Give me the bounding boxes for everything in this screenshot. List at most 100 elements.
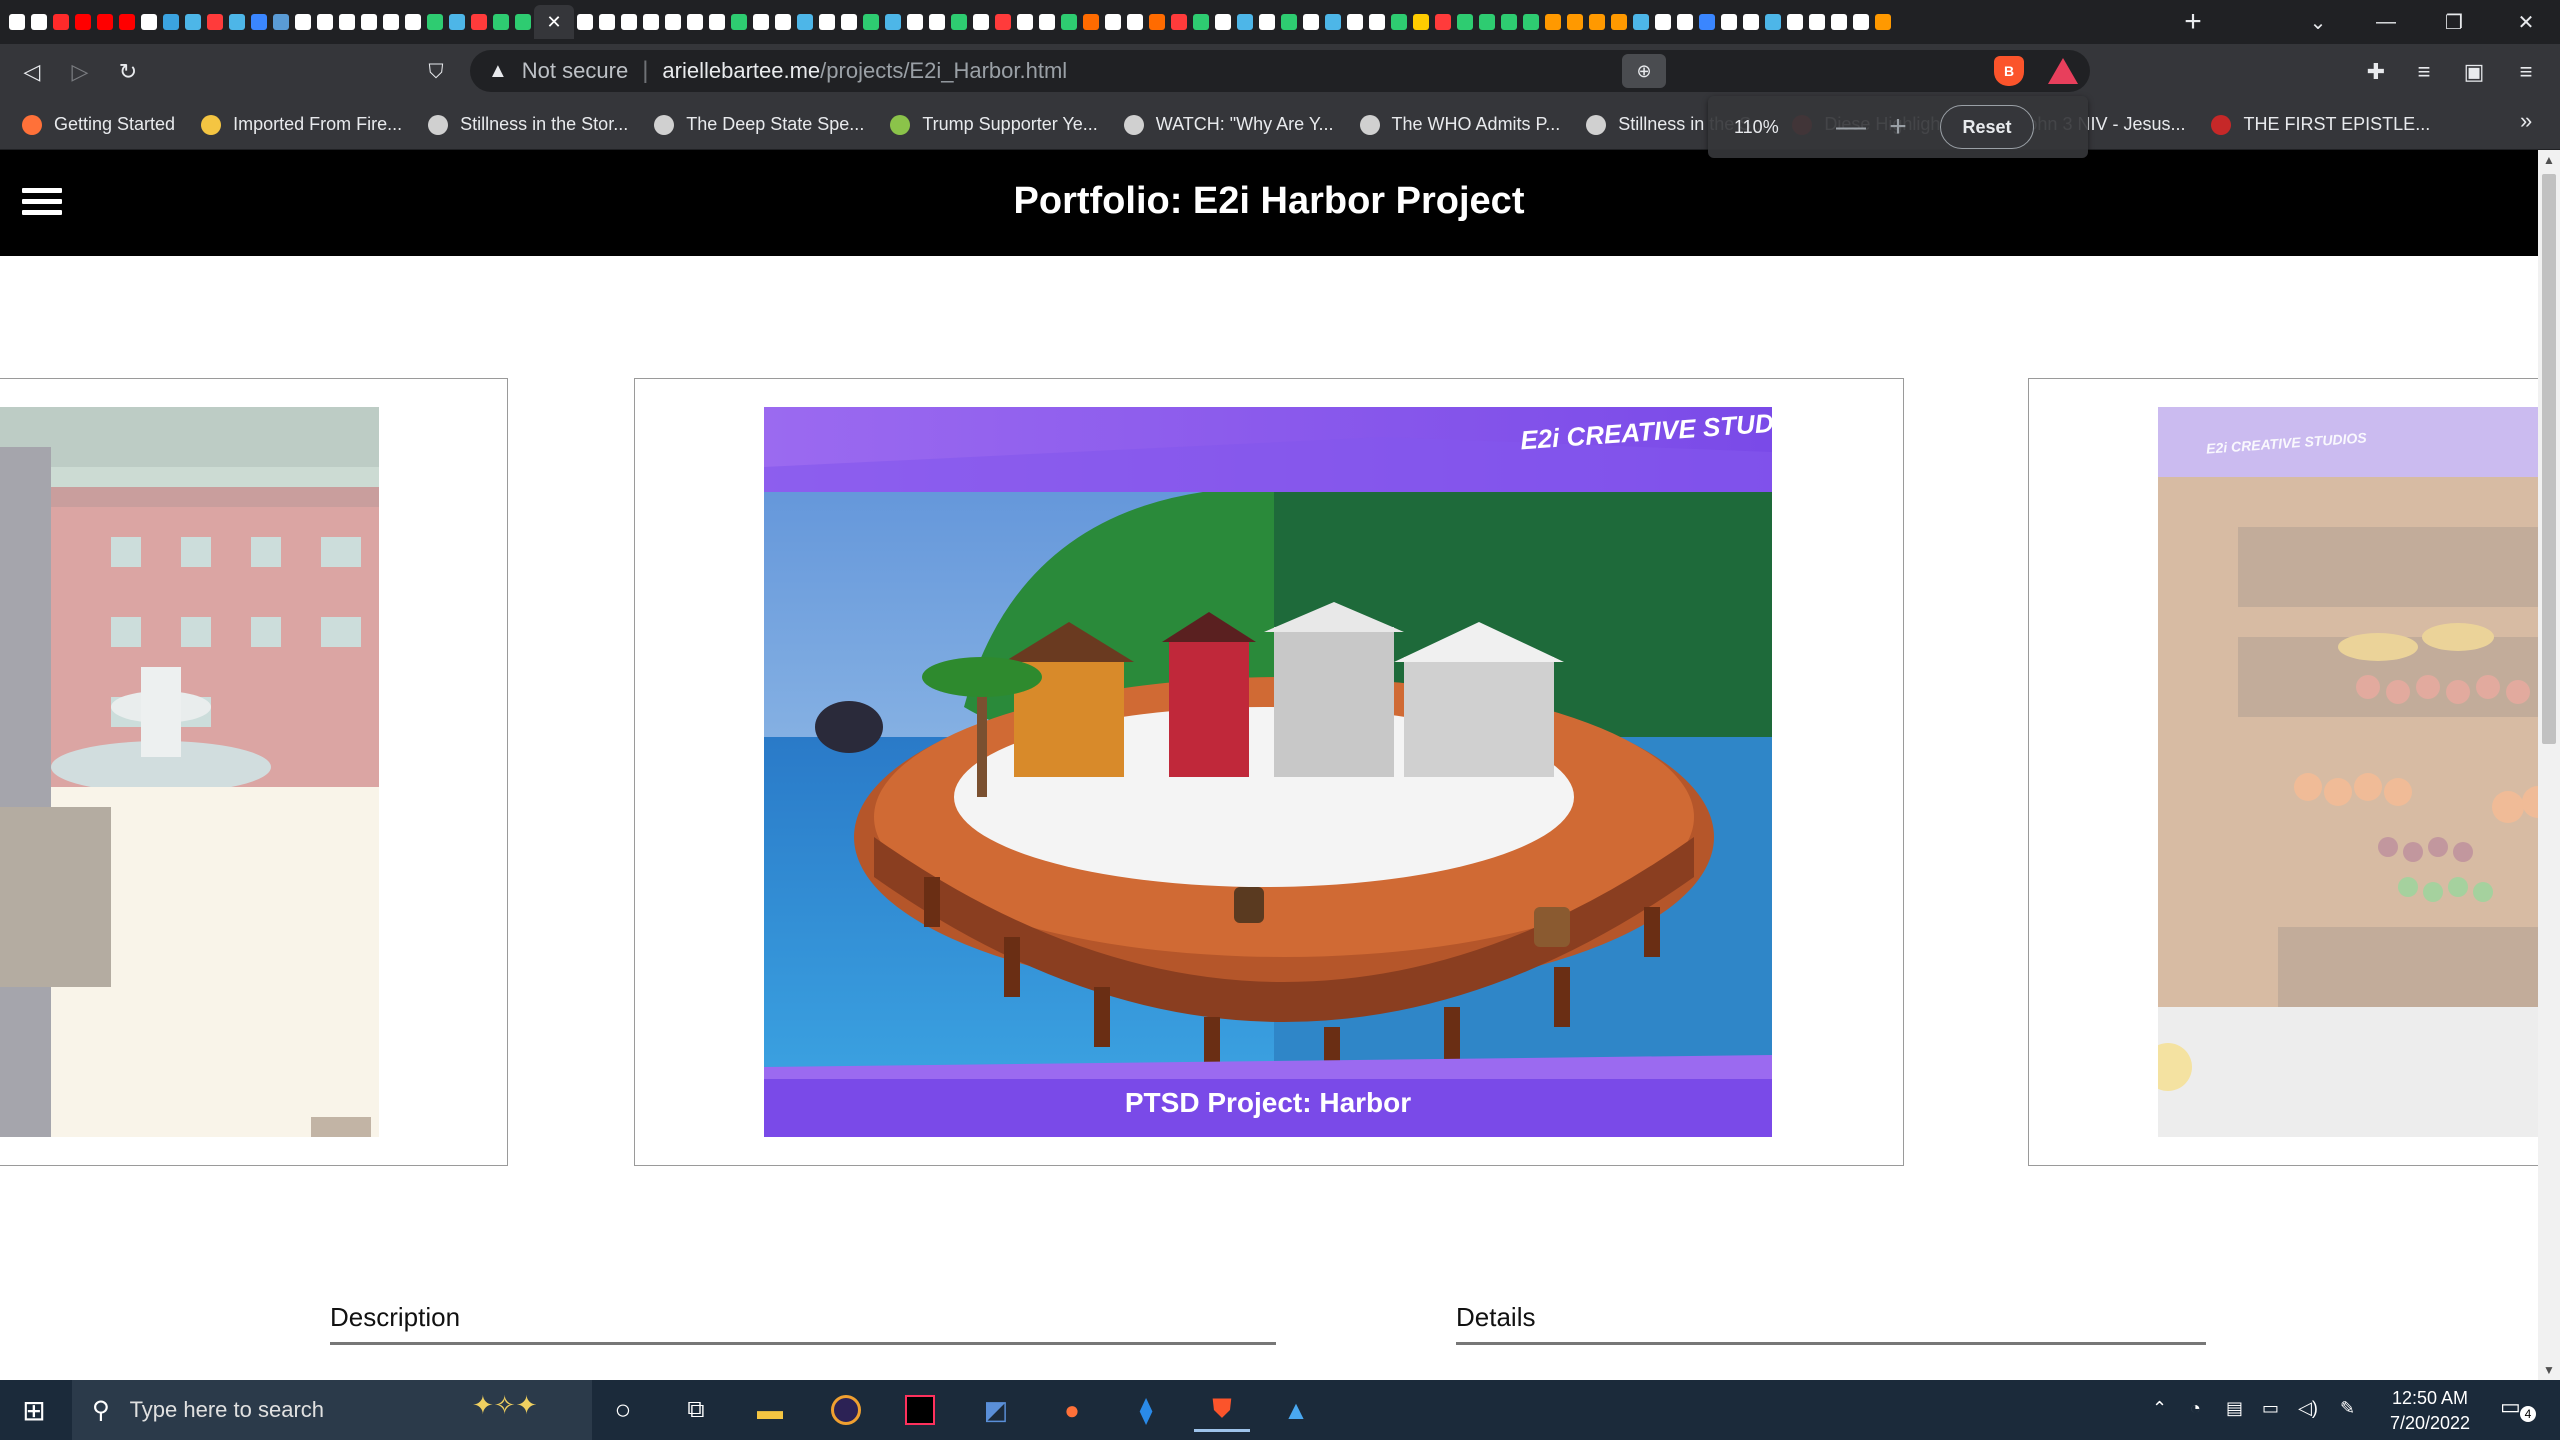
show-hidden-icons-icon[interactable]: ⌃ — [2152, 1398, 2167, 1419]
browser-tab[interactable] — [1256, 5, 1278, 39]
browser-tab[interactable] — [1168, 5, 1190, 39]
browser-tab[interactable] — [72, 5, 94, 39]
browser-tab[interactable] — [992, 5, 1014, 39]
browser-tab[interactable] — [1806, 5, 1828, 39]
browser-tab[interactable] — [358, 5, 380, 39]
browser-tab[interactable] — [706, 5, 728, 39]
eclipse-icon[interactable] — [818, 1388, 874, 1432]
browser-tab[interactable] — [468, 5, 490, 39]
browser-tab[interactable] — [226, 5, 248, 39]
browser-tab[interactable] — [1718, 5, 1740, 39]
browser-tab[interactable] — [1740, 5, 1762, 39]
browser-tab[interactable] — [490, 5, 512, 39]
browser-tab[interactable] — [640, 5, 662, 39]
vscode-icon[interactable]: ⧫ — [1118, 1388, 1174, 1432]
carousel-slide-current[interactable]: E2i CREATIVE STUDIOS PTSD Project: Harbo… — [634, 378, 1904, 1166]
browser-tab[interactable] — [270, 5, 292, 39]
browser-tab[interactable] — [1146, 5, 1168, 39]
active-tab-close-icon[interactable]: ✕ — [534, 5, 574, 39]
clock-time[interactable]: 12:50 AM — [2370, 1388, 2490, 1409]
new-tab-button[interactable]: + — [2178, 5, 2208, 39]
url-path[interactable]: /projects/E2i_Harbor.html — [820, 58, 1067, 84]
browser-tab[interactable] — [1432, 5, 1454, 39]
not-secure-label[interactable]: Not secure — [522, 58, 628, 84]
browser-tab[interactable] — [1322, 5, 1344, 39]
browser-tab[interactable] — [1476, 5, 1498, 39]
browser-tab[interactable] — [1542, 5, 1564, 39]
browser-tab[interactable] — [860, 5, 882, 39]
search-placeholder[interactable]: Type here to search — [130, 1397, 324, 1423]
browser-tab[interactable] — [1410, 5, 1432, 39]
browser-tab[interactable] — [424, 5, 446, 39]
browser-tab[interactable] — [248, 5, 270, 39]
browser-tab[interactable] — [1234, 5, 1256, 39]
browser-tab[interactable] — [1124, 5, 1146, 39]
restore-button[interactable]: ❐ — [2420, 0, 2488, 44]
browser-tab[interactable] — [1630, 5, 1652, 39]
browser-tab[interactable] — [1828, 5, 1850, 39]
browser-tab[interactable] — [750, 5, 772, 39]
browser-tab[interactable] — [772, 5, 794, 39]
browser-tab[interactable] — [1278, 5, 1300, 39]
firefox-icon[interactable]: ● — [1044, 1388, 1100, 1432]
scroll-down-arrow-icon[interactable]: ▼ — [2538, 1360, 2560, 1380]
bookmark-item[interactable]: The Deep State Spe... — [654, 114, 864, 135]
browser-tab[interactable] — [596, 5, 618, 39]
playlist-icon[interactable]: ≡ — [2408, 56, 2440, 88]
browser-tab[interactable] — [1300, 5, 1322, 39]
browser-tab[interactable] — [1564, 5, 1586, 39]
browser-tab[interactable] — [94, 5, 116, 39]
device-icon[interactable]: ▤ — [2226, 1398, 2243, 1419]
browser-tab[interactable] — [970, 5, 992, 39]
volume-icon[interactable]: ◁) — [2298, 1398, 2318, 1419]
browser-tab[interactable] — [1036, 5, 1058, 39]
scroll-up-arrow-icon[interactable]: ▲ — [2538, 150, 2560, 170]
bookmark-item[interactable]: WATCH: "Why Are Y... — [1123, 114, 1334, 135]
browser-tab[interactable] — [6, 5, 28, 39]
browser-tab[interactable] — [794, 5, 816, 39]
bookmark-item[interactable]: THE FIRST EPISTLE... — [2211, 114, 2430, 135]
browser-tab[interactable] — [1190, 5, 1212, 39]
browser-tab[interactable] — [1344, 5, 1366, 39]
bookmark-item[interactable]: Stillness in the Stor... — [428, 114, 628, 135]
browser-tab[interactable] — [160, 5, 182, 39]
carousel-slide-prev[interactable] — [0, 378, 508, 1166]
zoom-reset-button[interactable]: Reset — [1940, 105, 2034, 149]
browser-tab[interactable] — [1608, 5, 1630, 39]
reload-button[interactable]: ↻ — [110, 54, 146, 90]
browser-tab[interactable] — [1762, 5, 1784, 39]
browser-tab[interactable] — [1388, 5, 1410, 39]
browser-tab[interactable] — [1850, 5, 1872, 39]
notifications-icon[interactable]: ▭ 4 — [2500, 1394, 2536, 1426]
browser-tab[interactable] — [948, 5, 970, 39]
browser-tab[interactable] — [1586, 5, 1608, 39]
browser-tab[interactable] — [402, 5, 424, 39]
browser-tab[interactable] — [1674, 5, 1696, 39]
browser-tab[interactable] — [838, 5, 860, 39]
zoom-in-button[interactable]: + — [1884, 110, 1912, 144]
browser-tab[interactable] — [1652, 5, 1674, 39]
browser-tab[interactable] — [574, 5, 596, 39]
brave-icon[interactable]: ⛊ — [1194, 1388, 1250, 1432]
browser-tab[interactable] — [1080, 5, 1102, 39]
browser-tab[interactable] — [314, 5, 336, 39]
browser-tab[interactable] — [1366, 5, 1388, 39]
browser-tab[interactable] — [926, 5, 948, 39]
pen-icon[interactable]: ✎ — [2340, 1398, 2355, 1419]
browser-tab[interactable] — [662, 5, 684, 39]
browser-tab[interactable] — [1498, 5, 1520, 39]
browser-tab[interactable] — [1520, 5, 1542, 39]
extensions-icon[interactable]: ✚ — [2360, 56, 2392, 88]
windows-start-icon[interactable]: ⊞ — [14, 1394, 54, 1426]
browser-tab[interactable] — [204, 5, 226, 39]
browser-tab[interactable] — [882, 5, 904, 39]
browser-tab[interactable] — [1212, 5, 1234, 39]
bookmark-item[interactable]: Imported From Fire... — [201, 114, 402, 135]
browser-tab[interactable] — [1696, 5, 1718, 39]
minimize-button[interactable]: — — [2352, 0, 2420, 44]
mysql-workbench-icon[interactable]: ◩ — [968, 1388, 1024, 1432]
brave-rewards-icon[interactable] — [2048, 58, 2078, 84]
browser-tab[interactable] — [446, 5, 468, 39]
taskbar-search-box[interactable]: ⚲ Type here to search ✦✧✦ — [72, 1380, 592, 1440]
cortana-icon[interactable]: ○ — [595, 1388, 651, 1432]
